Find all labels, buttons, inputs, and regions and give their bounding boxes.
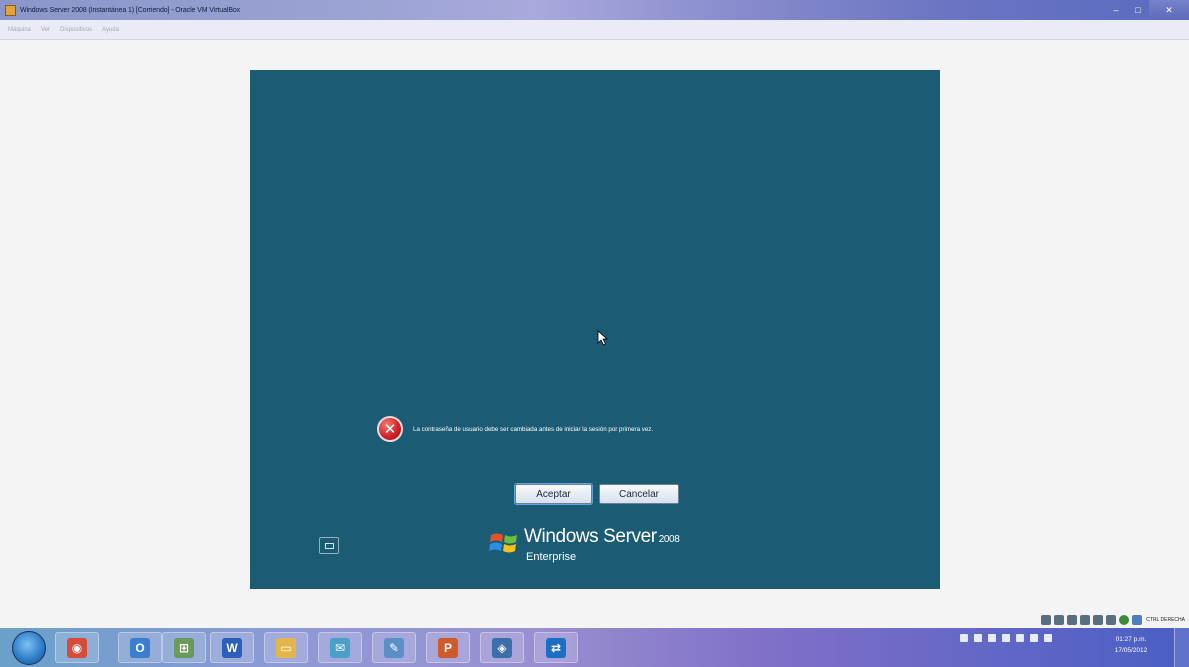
cancel-button[interactable]: Cancelar: [599, 484, 679, 504]
taskbar-app[interactable]: ⊞: [162, 632, 206, 663]
guest-screen[interactable]: ✕ La contraseña de usuario debe ser camb…: [250, 70, 940, 589]
close-button[interactable]: ✕: [1149, 0, 1189, 20]
brand-name: Windows Server: [524, 526, 657, 547]
optical-drive-icon[interactable]: [1054, 615, 1065, 625]
vbox-status-bar: CTRL DERECHA: [1041, 613, 1185, 627]
error-message-row: ✕ La contraseña de usuario debe ser camb…: [377, 416, 653, 442]
chrome-icon: ◉: [67, 637, 87, 658]
taskbar-app[interactable]: ✉: [318, 632, 362, 663]
accept-button[interactable]: Aceptar: [515, 484, 592, 504]
network-status-icon[interactable]: [1080, 615, 1091, 625]
taskbar-app[interactable]: ◈: [480, 632, 524, 663]
error-x-icon: ✕: [377, 416, 403, 442]
menubar: Máquina Ver Dispositivos Ayuda: [0, 20, 1189, 40]
capture-icon[interactable]: [1119, 615, 1130, 625]
security-icon[interactable]: [1016, 634, 1024, 642]
taskbar-app[interactable]: O: [118, 632, 162, 663]
maximize-button[interactable]: □: [1127, 0, 1149, 20]
taskbar-app[interactable]: ⇄: [534, 632, 578, 663]
tray-arrow-icon[interactable]: [988, 634, 996, 642]
powerpoint-icon: P: [438, 637, 458, 658]
shared-folders-icon[interactable]: [1093, 615, 1104, 625]
volume-icon[interactable]: [1044, 634, 1052, 642]
brand-text: Windows Server 2008 Enterprise: [524, 526, 680, 563]
word-icon: W: [222, 637, 242, 658]
brand-edition: Enterprise: [526, 551, 577, 563]
window-title: Windows Server 2008 (Instantánea 1) [Cor…: [20, 6, 241, 14]
show-desktop-button[interactable]: [1174, 628, 1189, 667]
menu-devices[interactable]: Dispositivos: [60, 27, 92, 33]
outlook-icon: O: [130, 637, 150, 658]
error-message: La contraseña de usuario debe ser cambia…: [413, 425, 654, 433]
notes-icon: ✎: [384, 637, 404, 658]
brand-year: 2008: [658, 534, 680, 545]
usb-icon[interactable]: [1067, 615, 1078, 625]
messenger-icon: ✉: [330, 637, 350, 658]
taskbar: ◉ O ⊞ W ▭ ✉ ✎ P ◈ ⇄ 01:27 p.m. 17/05/201…: [0, 628, 1189, 667]
language-icon[interactable]: [960, 634, 968, 642]
display-icon[interactable]: [1106, 615, 1117, 625]
taskbar-app[interactable]: ✎: [372, 632, 416, 663]
flag-tray-icon[interactable]: [1002, 634, 1010, 642]
menu-view[interactable]: Ver: [41, 27, 50, 33]
menu-help[interactable]: Ayuda: [102, 27, 119, 33]
window-titlebar: Windows Server 2008 (Instantánea 1) [Cor…: [0, 0, 1189, 20]
menu-machine[interactable]: Máquina: [8, 27, 31, 33]
virtualbox-app-icon: [5, 4, 16, 16]
virtualbox-icon: ◈: [492, 637, 512, 658]
window-controls: – □ ✕: [1105, 0, 1189, 20]
system-tray: [960, 634, 1052, 642]
clock-time: 01:27 p.m.: [1115, 636, 1147, 643]
network-icon: ⊞: [174, 637, 194, 658]
start-button[interactable]: [12, 631, 46, 665]
taskbar-app[interactable]: ◉: [55, 632, 99, 663]
clock[interactable]: 01:27 p.m. 17/05/2012: [1108, 634, 1154, 656]
hard-disk-icon[interactable]: [1041, 615, 1052, 625]
minimize-button[interactable]: –: [1105, 0, 1127, 20]
teamviewer-icon: ⇄: [546, 637, 566, 658]
mouse-cursor-icon: [597, 330, 609, 346]
windows-server-logo: Windows Server 2008 Enterprise: [488, 526, 680, 563]
taskbar-app[interactable]: P: [426, 632, 470, 663]
wifi-icon[interactable]: [1030, 634, 1038, 642]
folder-icon: ▭: [276, 637, 296, 658]
clock-date: 17/05/2012: [1114, 647, 1148, 654]
host-key-icon: [1132, 615, 1143, 625]
keyboard-icon[interactable]: [974, 634, 982, 642]
keyboard-layout-icon[interactable]: [319, 537, 339, 554]
host-key-label: CTRL DERECHA: [1146, 617, 1185, 623]
taskbar-app[interactable]: W: [210, 632, 254, 663]
taskbar-app[interactable]: ▭: [264, 632, 308, 663]
windows-flag-icon: [489, 533, 517, 553]
